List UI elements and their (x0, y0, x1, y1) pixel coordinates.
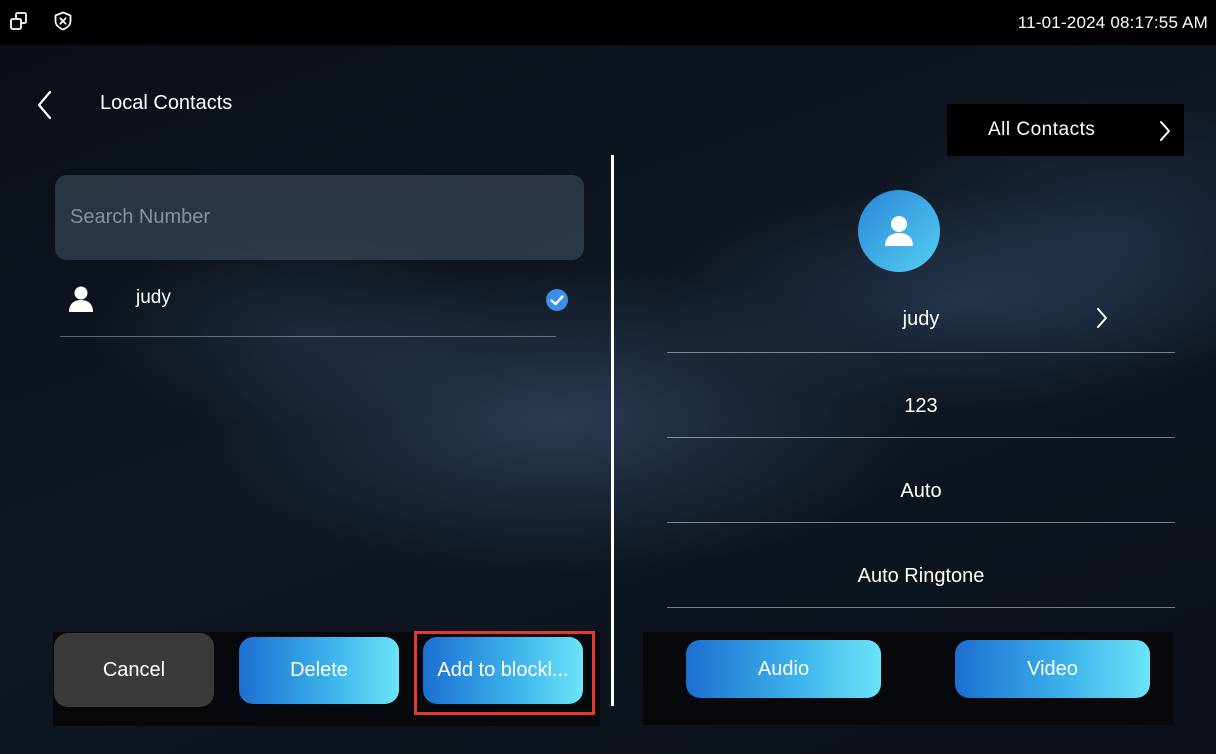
detail-mode-row: Auto (667, 438, 1175, 523)
cancel-button[interactable]: Cancel (54, 633, 214, 707)
audio-call-button[interactable]: Audio (686, 640, 881, 698)
detail-ringtone: Auto Ringtone (857, 565, 985, 587)
panel-divider (611, 155, 614, 706)
shield-x-icon[interactable] (52, 10, 74, 32)
detail-number-row: 123 (667, 353, 1175, 438)
person-avatar-icon (885, 216, 913, 246)
detail-number: 123 (904, 395, 938, 417)
status-bar: 11-01-2024 08:17:55 AM (0, 0, 1216, 45)
status-datetime: 11-01-2024 08:17:55 AM (1017, 13, 1208, 32)
check-circle-icon[interactable] (545, 288, 569, 317)
window-restore-icon[interactable] (8, 10, 30, 32)
highlight-box (414, 631, 595, 715)
contact-filter-button[interactable]: All Contacts (947, 104, 1184, 156)
page-title: Local Contacts (100, 92, 233, 114)
chevron-right-icon (1158, 119, 1172, 148)
detail-name-row[interactable]: judy (667, 268, 1175, 353)
detail-ringtone-row: Auto Ringtone (667, 523, 1175, 608)
detail-mode: Auto (900, 480, 942, 502)
chevron-left-icon (37, 90, 52, 120)
video-call-button[interactable]: Video (955, 640, 1150, 698)
person-icon (68, 285, 94, 318)
list-item[interactable]: judy (60, 275, 568, 337)
chevron-right-icon (1095, 306, 1109, 336)
back-button[interactable] (32, 88, 60, 122)
delete-button[interactable]: Delete (239, 637, 399, 704)
search-input[interactable]: Search Number (55, 175, 584, 260)
avatar (858, 190, 940, 272)
filter-label: All Contacts (988, 119, 1096, 140)
search-placeholder: Search Number (70, 206, 211, 228)
contact-name: judy (136, 287, 171, 308)
